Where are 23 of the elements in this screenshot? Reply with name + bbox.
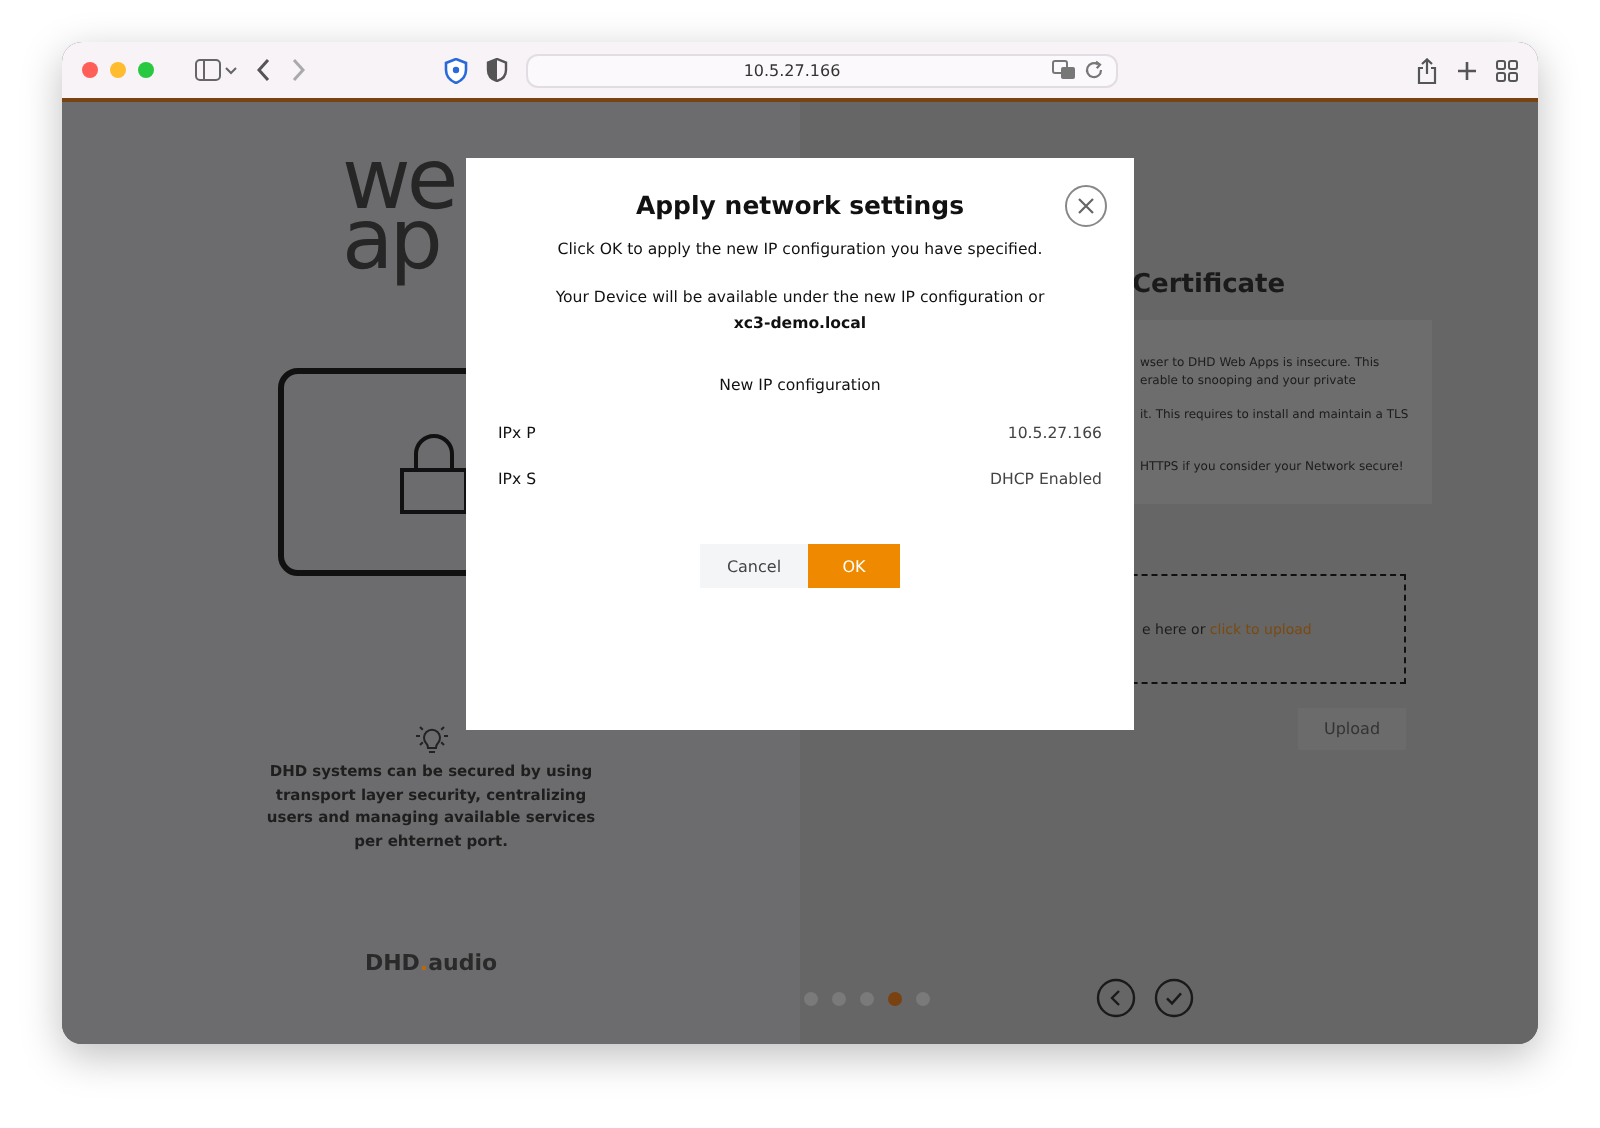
sidebar-icon[interactable] [194, 58, 238, 82]
upload-button[interactable]: Upload [1298, 708, 1406, 750]
url-text: 10.5.27.166 [741, 61, 843, 79]
tab-overview-icon[interactable] [1496, 59, 1518, 81]
close-icon[interactable] [1064, 184, 1108, 228]
ok-button[interactable]: OK [808, 544, 900, 588]
reload-icon[interactable] [1084, 60, 1104, 80]
privacy-shield-icon[interactable] [486, 58, 508, 82]
dialog-title: Apply network settings [635, 190, 965, 220]
share-icon[interactable] [1416, 57, 1438, 83]
shield-icon[interactable] [444, 57, 468, 83]
translate-icon[interactable] [1052, 60, 1076, 80]
lightbulb-icon [413, 724, 449, 756]
cancel-button[interactable]: Cancel [700, 544, 808, 588]
back-icon[interactable] [256, 58, 272, 82]
address-bar[interactable]: 10.5.27.166 [526, 53, 1118, 87]
confirm-icon[interactable] [1154, 978, 1194, 1018]
previous-icon[interactable] [1096, 978, 1136, 1018]
close-window-button[interactable] [82, 62, 98, 78]
brand-logo: DHD.audio [364, 949, 498, 975]
new-tab-icon[interactable] [1456, 59, 1478, 81]
padlock-icon [400, 430, 468, 514]
section-heading: Certificate [1130, 270, 1288, 300]
